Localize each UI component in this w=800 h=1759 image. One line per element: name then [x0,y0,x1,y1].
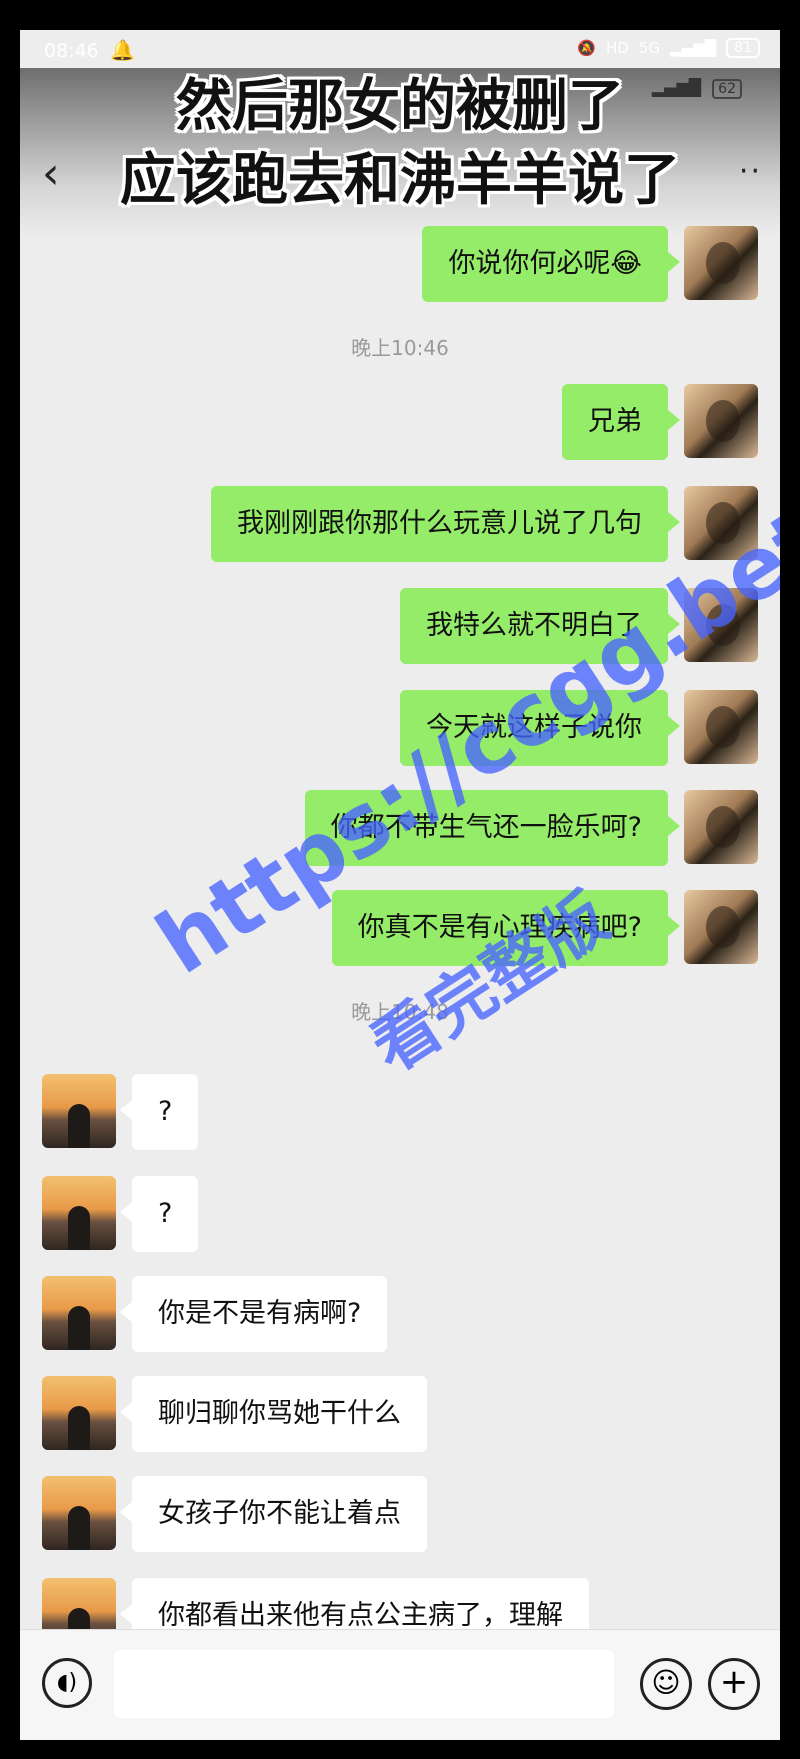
avatar-self[interactable] [684,690,758,764]
message-row: 你是不是有病啊? [20,1276,780,1352]
avatar-self[interactable] [684,226,758,300]
status-icons: 🔕 HD 5G ▂▄▆█ 81 [577,38,760,58]
avatar-contact[interactable] [42,1176,116,1250]
avatar-contact[interactable] [42,1376,116,1450]
message-bubble-sent[interactable]: 我刚刚跟你那什么玩意儿说了几句 [211,486,680,562]
emoji-icon[interactable]: ☺ [640,1658,692,1710]
plus-icon[interactable]: + [708,1658,760,1710]
video-caption: 然后那女的被删了 应该跑去和沸羊羊说了 [20,70,780,218]
message-row: 兄弟 [20,384,780,460]
message-bubble-sent[interactable]: 兄弟 [562,384,680,460]
caption-line-1: 然后那女的被删了 [176,74,624,139]
voice-icon[interactable]: ◖) [42,1658,92,1708]
message-bubble-received[interactable]: ? [119,1176,199,1252]
input-bar: ◖) ☺ + [20,1629,780,1740]
mute-icon: 🔕 [577,39,596,57]
hd-badge: HD [606,39,629,57]
network-label: 5G [638,39,661,57]
message-row: 你说你何必呢😂 [20,226,780,302]
message-row: 聊归聊你骂她干什么 [20,1376,780,1452]
avatar-self[interactable] [684,384,758,458]
avatar-self[interactable] [684,790,758,864]
chat-timestamp: 晚上10:46 [351,336,449,360]
message-bubble-sent[interactable]: 你说你何必呢😂 [422,226,680,302]
message-bubble-received[interactable]: ? [119,1074,199,1150]
caption-line-2: 应该跑去和沸羊羊说了 [120,148,680,213]
avatar-contact[interactable] [42,1476,116,1550]
message-row: 你真不是有心理疾病吧? [20,890,780,966]
notification-bell-icon: 🔔 [110,38,135,62]
message-row: 我刚刚跟你那什么玩意儿说了几句 [20,486,780,562]
signal-icon: ▂▄▆█ [670,39,717,57]
avatar-contact[interactable] [42,1276,116,1350]
message-bubble-received[interactable]: 聊归聊你骂她干什么 [120,1376,427,1452]
message-row: 女孩子你不能让着点 [20,1476,780,1552]
status-time: 08:46 [44,40,99,62]
message-input[interactable] [114,1650,614,1718]
message-row: ? [20,1176,780,1252]
avatar-contact[interactable] [42,1074,116,1148]
battery-indicator: 81 [726,38,760,58]
message-bubble-received[interactable]: 你是不是有病啊? [119,1276,388,1352]
message-bubble-received[interactable]: 女孩子你不能让着点 [120,1476,427,1552]
avatar-self[interactable] [684,890,758,964]
chat-screen: 08:46 🔔 🔕 HD 5G ▂▄▆█ 81 ▂▄▆█ 62 ‹ ·· 然后那… [20,30,780,1740]
